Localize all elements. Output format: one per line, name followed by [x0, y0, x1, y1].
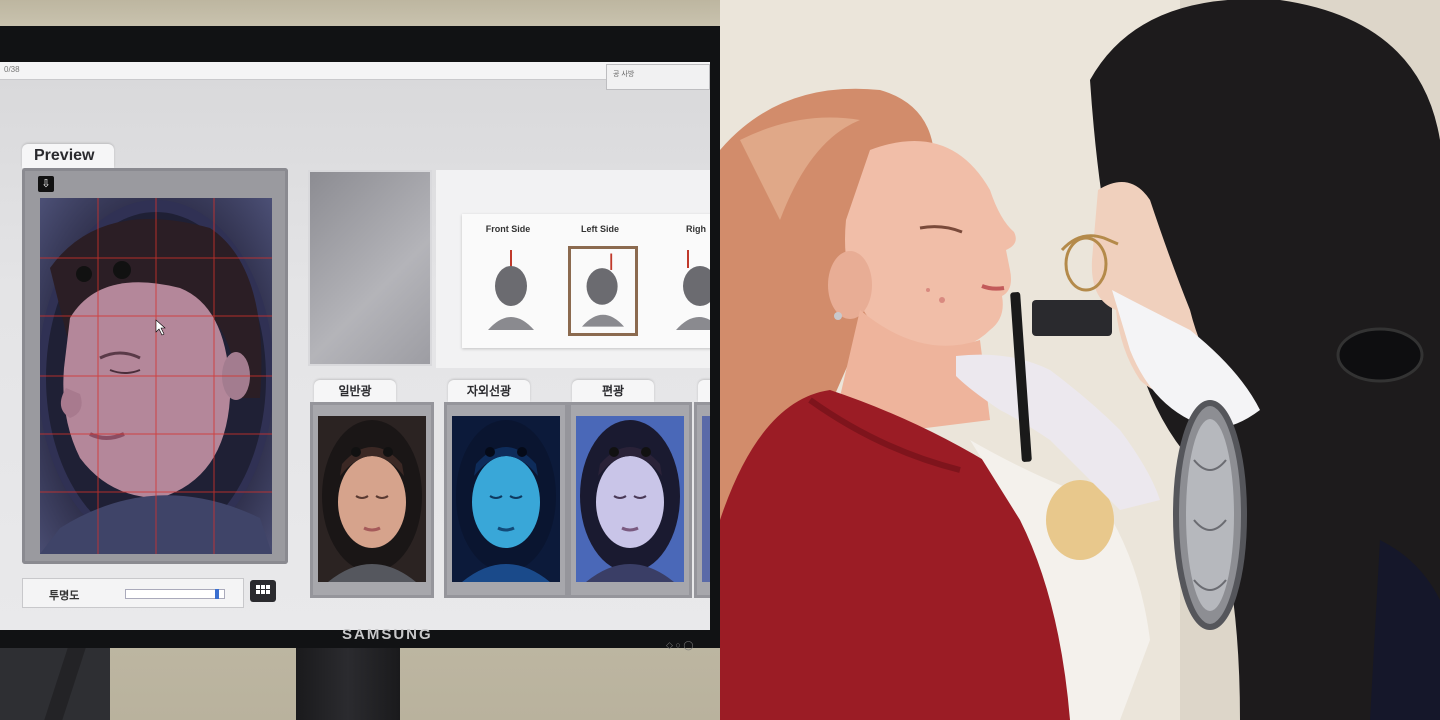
angle-front[interactable]: Front Side	[466, 214, 550, 344]
app-topbar: 0/38	[0, 62, 710, 80]
monitor-photo: 0/38 공 사방 Preview ⇩ Front Side Left Side…	[0, 0, 720, 720]
download-arrow-icon[interactable]: ⇩	[38, 176, 54, 192]
light-mode-tab[interactable]: 자외선광	[448, 380, 530, 402]
left-head-icon	[568, 246, 638, 336]
light-mode-tab[interactable]	[698, 380, 710, 402]
monitor-stand	[296, 648, 400, 720]
angle-selector-panel: Front Side Left Side Righ	[436, 170, 710, 368]
angle-right[interactable]: Righ	[654, 214, 710, 344]
polarized-light-face-image	[576, 416, 684, 582]
topbar-button[interactable]: 공 사방	[606, 64, 710, 90]
light-mode-frame	[310, 402, 434, 598]
opacity-slider[interactable]	[125, 589, 225, 599]
normal-light-face-image	[318, 416, 426, 582]
preview-tab[interactable]: Preview	[22, 144, 114, 168]
right-head-icon	[676, 250, 710, 330]
monitor-brand-logo: SAMSUNG	[342, 626, 433, 643]
skin-analyzer-screen: 0/38 공 사방 Preview ⇩ Front Side Left Side…	[0, 62, 710, 630]
light-mode-tab[interactable]: 편광	[572, 380, 654, 402]
hair-scrunchie	[1336, 327, 1424, 383]
angle-label: Front Side	[485, 224, 531, 234]
front-head-icon	[488, 250, 534, 330]
client-ear	[828, 251, 872, 319]
monitor: 0/38 공 사방 Preview ⇩ Front Side Left Side…	[0, 26, 720, 650]
consultation-scene	[720, 0, 1440, 720]
angle-label: Righ	[686, 224, 706, 234]
angle-label: Left Side	[580, 224, 619, 234]
angle-strip: Front Side Left Side Righ	[462, 214, 710, 348]
opacity-label: 투명도	[49, 590, 80, 602]
opacity-control: 투명도	[22, 578, 244, 608]
light-mode-frame	[444, 402, 568, 598]
topbar-counter: 0/38	[4, 65, 20, 74]
light-mode-tab[interactable]: 일반광	[314, 380, 396, 402]
monitor-buttons: ◇ ○ ◯	[666, 640, 694, 650]
uv-light-face-image	[452, 416, 560, 582]
preview-face-image	[40, 198, 272, 554]
angle-left[interactable]: Left Side	[558, 214, 642, 344]
preview-panel: ⇩	[22, 168, 288, 564]
light-mode-frame	[694, 402, 710, 598]
opacity-slider-thumb[interactable]	[215, 589, 219, 599]
light-mode-frame	[568, 402, 692, 598]
extra-light-face-image	[702, 416, 710, 582]
comparison-placeholder	[308, 170, 432, 366]
grid-icon[interactable]	[250, 580, 276, 602]
device	[1032, 300, 1112, 336]
consultation-photo	[720, 0, 1440, 720]
